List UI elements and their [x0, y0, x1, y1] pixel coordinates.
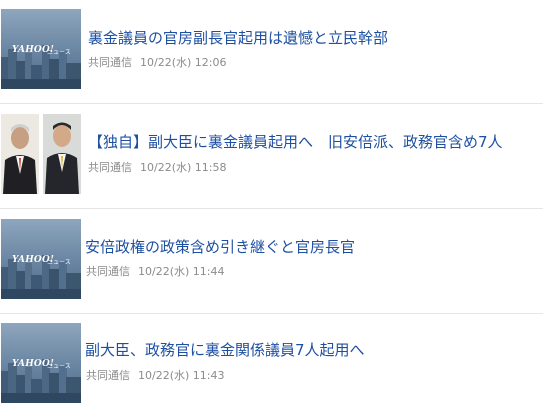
- yahoo-news-thumbnail[interactable]: YAHOO! ニュース: [1, 323, 81, 403]
- article-source: 共同通信: [86, 369, 130, 382]
- yahoo-logo-sub: ニュース: [47, 363, 71, 370]
- yahoo-news-thumbnail[interactable]: YAHOO! ニュース: [1, 219, 81, 299]
- article-meta: 共同通信 10/22(水) 11:58: [88, 161, 226, 175]
- yahoo-news-thumbnail[interactable]: YAHOO! ニュース: [1, 9, 81, 89]
- news-item[interactable]: YAHOO! ニュース 安倍政権の政策含め引き継ぐと官房長官 共同通信 10/22…: [0, 210, 543, 314]
- portrait-image-left: [1, 114, 39, 194]
- portrait-image-right: [43, 114, 81, 194]
- divider: [0, 103, 543, 104]
- article-timestamp: 10/22(水) 11:58: [140, 161, 227, 174]
- article-headline[interactable]: 安倍政権の政策含め引き継ぐと官房長官: [85, 237, 537, 257]
- article-timestamp: 10/22(水) 12:06: [140, 56, 227, 69]
- yahoo-logo-sub: ニュース: [47, 259, 71, 266]
- article-headline[interactable]: 副大臣、政務官に裏金関係議員7人起用へ: [85, 340, 537, 360]
- city-skyline-image: [1, 45, 81, 89]
- city-skyline-image: [1, 255, 81, 299]
- article-meta: 共同通信 10/22(水) 11:43: [86, 369, 224, 383]
- news-item[interactable]: 【独自】副大臣に裏金議員起用へ 旧安倍派、政務官含め7人 共同通信 10/22(水…: [0, 105, 543, 209]
- news-item[interactable]: YAHOO! ニュース 副大臣、政務官に裏金関係議員7人起用へ 共同通信 10/2…: [0, 315, 543, 419]
- news-item[interactable]: YAHOO! ニュース 裏金議員の官房副長官起用は遺憾と立民幹部 共同通信 10/…: [0, 0, 543, 104]
- article-headline[interactable]: 【独自】副大臣に裏金議員起用へ 旧安倍派、政務官含め7人: [88, 132, 537, 152]
- divider: [0, 313, 543, 314]
- city-skyline-image: [1, 359, 81, 403]
- news-list: YAHOO! ニュース 裏金議員の官房副長官起用は遺憾と立民幹部 共同通信 10/…: [0, 0, 543, 406]
- article-meta: 共同通信 10/22(水) 11:44: [86, 265, 224, 279]
- politician-portraits-thumbnail[interactable]: [1, 114, 81, 194]
- article-timestamp: 10/22(水) 11:44: [138, 265, 225, 278]
- article-meta: 共同通信 10/22(水) 12:06: [88, 56, 226, 70]
- article-source: 共同通信: [88, 56, 132, 69]
- yahoo-logo-sub: ニュース: [47, 49, 71, 56]
- article-headline[interactable]: 裏金議員の官房副長官起用は遺憾と立民幹部: [88, 28, 537, 48]
- article-source: 共同通信: [88, 161, 132, 174]
- article-source: 共同通信: [86, 265, 130, 278]
- article-timestamp: 10/22(水) 11:43: [138, 369, 225, 382]
- divider: [0, 208, 543, 209]
